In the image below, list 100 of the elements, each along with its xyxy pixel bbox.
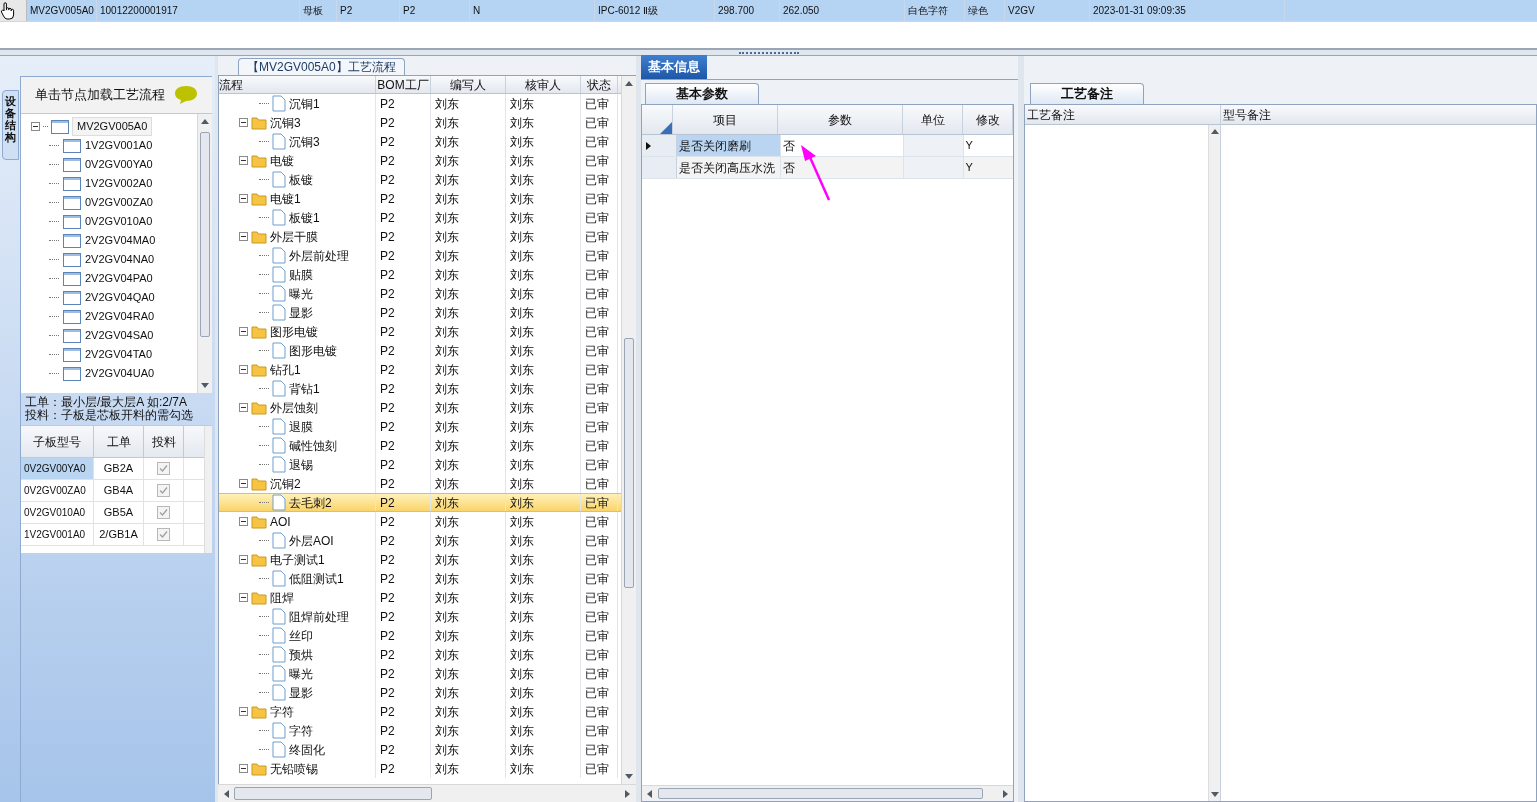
column-header[interactable]: 投料 (151, 432, 176, 451)
tree-row[interactable]: 显影 P2 刘东 刘东 已审 (219, 683, 621, 702)
column-header[interactable]: 核审人 (525, 76, 561, 94)
tree-item[interactable]: 0V2GV010A0 (85, 213, 153, 230)
scroll-down-icon[interactable] (1209, 789, 1220, 799)
grid-row[interactable]: MV2GV005A0 10012200001917 母板 P2 P2 N IPC-6012 Ⅱ级 298.700 262.050 白色字符 绿色 V2GV 2023-01-31 09:09:35 (0, 0, 1537, 22)
tree-row[interactable]: 板镀 P2 刘东 刘东 已审 (219, 170, 621, 189)
grid-row[interactable]: 0V2GV010A0 GB5A (21, 502, 204, 524)
tree-row[interactable]: 外层蚀刻 P2 刘东 刘东 已审 (219, 398, 621, 417)
tree-row[interactable]: 显影 P2 刘东 刘东 已审 (219, 303, 621, 322)
tab[interactable]: 工艺备注 (1030, 83, 1144, 104)
tree-item[interactable]: MV2GV005A0 (72, 117, 153, 136)
tree-row[interactable]: 曝光 P2 刘东 刘东 已审 (219, 664, 621, 683)
tree-row[interactable]: 曝光 P2 刘东 刘东 已审 (219, 284, 621, 303)
tree-item[interactable]: 2V2GV04UA0 (85, 365, 155, 382)
grid-row[interactable]: 是否关闭高压水洗 否 Y (642, 157, 1013, 179)
panel-title-tab[interactable]: 【MV2GV005A0】工艺流程 (238, 58, 405, 75)
tree-row[interactable]: 终固化 P2 刘东 刘东 已审 (219, 740, 621, 759)
vertical-scrollbar[interactable] (621, 76, 636, 784)
tree-row[interactable]: 退膜 P2 刘东 刘东 已审 (219, 417, 621, 436)
collapse-icon[interactable] (239, 365, 248, 374)
grid-row[interactable]: 0V2GV00YA0 GB2A (21, 458, 204, 480)
tree-item[interactable]: 2V2GV04RA0 (85, 308, 155, 325)
tree-row[interactable]: 背钻1 P2 刘东 刘东 已审 (219, 379, 621, 398)
tree-item[interactable]: 2V2GV04QA0 (85, 289, 155, 306)
tree-row[interactable]: 退锡 P2 刘东 刘东 已审 (219, 455, 621, 474)
checkbox[interactable] (157, 462, 170, 475)
tree-row[interactable]: 低阻测试1 P2 刘东 刘东 已审 (219, 569, 621, 588)
tree-item[interactable]: 2V2GV04TA0 (85, 346, 153, 363)
tree-row[interactable]: AOI P2 刘东 刘东 已审 (219, 512, 621, 531)
tree-row[interactable]: 外层前处理 P2 刘东 刘东 已审 (219, 246, 621, 265)
column-header[interactable]: 参数 (828, 110, 852, 129)
tree-item[interactable]: 2V2GV04NA0 (85, 251, 155, 268)
tree-row[interactable]: 预烘 P2 刘东 刘东 已审 (219, 645, 621, 664)
tree-row[interactable]: 无铅喷锡 P2 刘东 刘东 已审 (219, 759, 621, 778)
collapse-icon[interactable] (239, 479, 248, 488)
horizontal-scrollbar[interactable] (642, 785, 1013, 801)
tree-row[interactable]: 去毛刺2 P2 刘东 刘东 已审 (219, 493, 621, 512)
side-tab[interactable]: 设备结构 (1, 90, 19, 160)
column-header[interactable]: 单位 (920, 110, 945, 129)
column-header[interactable]: 编写人 (450, 76, 486, 94)
tab[interactable]: 基本信息 (641, 55, 707, 79)
scroll-left-icon[interactable] (222, 788, 232, 799)
column-header[interactable]: 修改 (975, 110, 1000, 129)
grid-row[interactable]: 0V2GV00ZA0 GB4A (21, 480, 204, 502)
collapse-icon[interactable] (239, 327, 248, 336)
checkbox[interactable] (157, 484, 170, 497)
collapse-icon[interactable] (239, 593, 248, 602)
tree-row[interactable]: 外层干膜 P2 刘东 刘东 已审 (219, 227, 621, 246)
tree-item[interactable]: 2V2GV04PA0 (85, 270, 153, 287)
tree-row[interactable]: 沉铜3 P2 刘东 刘东 已审 (219, 132, 621, 151)
tree-row[interactable]: 外层AOI P2 刘东 刘东 已审 (219, 531, 621, 550)
tree-row[interactable]: 丝印 P2 刘东 刘东 已审 (219, 626, 621, 645)
tree-row[interactable]: 钻孔1 P2 刘东 刘东 已审 (219, 360, 621, 379)
scroll-up-icon[interactable] (200, 117, 210, 127)
collapse-icon[interactable] (239, 764, 248, 773)
row-header[interactable] (642, 135, 677, 156)
collapse-icon[interactable] (239, 517, 248, 526)
checkbox[interactable] (157, 506, 170, 519)
vertical-scrollbar[interactable] (197, 114, 212, 393)
scroll-right-icon[interactable] (622, 788, 632, 799)
tree-row[interactable]: 图形电镀 P2 刘东 刘东 已审 (219, 322, 621, 341)
column-header[interactable]: 流程 (219, 76, 243, 94)
grid-row[interactable]: 1V2GV001A0 2/GB1A (21, 524, 204, 546)
scroll-down-icon[interactable] (200, 380, 210, 390)
column-header[interactable]: 状态 (587, 76, 611, 94)
collapse-icon[interactable] (239, 118, 248, 127)
vertical-scrollbar[interactable] (1208, 125, 1220, 801)
scroll-thumb[interactable] (234, 787, 432, 800)
scroll-right-icon[interactable] (1000, 788, 1010, 799)
tree-item[interactable]: 0V2GV00YA0 (85, 156, 153, 173)
tree-row[interactable]: 电子测试1 P2 刘东 刘东 已审 (219, 550, 621, 569)
tree-row[interactable]: 板镀1 P2 刘东 刘东 已审 (219, 208, 621, 227)
column-header[interactable]: BOM工厂 (377, 76, 429, 94)
tree-row[interactable]: 字符 P2 刘东 刘东 已审 (219, 702, 621, 721)
scroll-up-icon[interactable] (624, 79, 634, 89)
tab[interactable]: 基本参数 (645, 83, 759, 104)
vertical-scrollbar[interactable] (204, 426, 212, 553)
collapse-icon[interactable] (239, 194, 248, 203)
grid-row[interactable]: 是否关闭磨刷 否 Y (642, 135, 1013, 157)
horizontal-scrollbar[interactable] (218, 784, 636, 802)
scroll-left-icon[interactable] (645, 788, 655, 799)
collapse-icon[interactable] (239, 555, 248, 564)
scroll-down-icon[interactable] (624, 771, 634, 781)
collapse-icon[interactable] (239, 707, 248, 716)
collapse-icon[interactable] (239, 403, 248, 412)
tree-item[interactable]: 2V2GV04MA0 (85, 232, 156, 249)
tree-row[interactable]: 阻焊 P2 刘东 刘东 已审 (219, 588, 621, 607)
scroll-thumb[interactable] (658, 788, 983, 799)
column-header[interactable]: 子板型号 (33, 432, 81, 451)
column-header[interactable]: 工单 (106, 432, 131, 451)
tree-row[interactable]: 阻焊前处理 P2 刘东 刘东 已审 (219, 607, 621, 626)
tree-item[interactable]: 2V2GV04SA0 (85, 327, 154, 344)
tree-item[interactable]: 1V2GV002A0 (85, 175, 153, 192)
collapse-icon[interactable] (239, 156, 248, 165)
scroll-thumb[interactable] (624, 338, 634, 588)
scroll-thumb[interactable] (200, 132, 210, 337)
tree-row[interactable]: 碱性蚀刻 P2 刘东 刘东 已审 (219, 436, 621, 455)
tree-row[interactable]: 字符 P2 刘东 刘东 已审 (219, 721, 621, 740)
collapse-icon[interactable] (239, 232, 248, 241)
